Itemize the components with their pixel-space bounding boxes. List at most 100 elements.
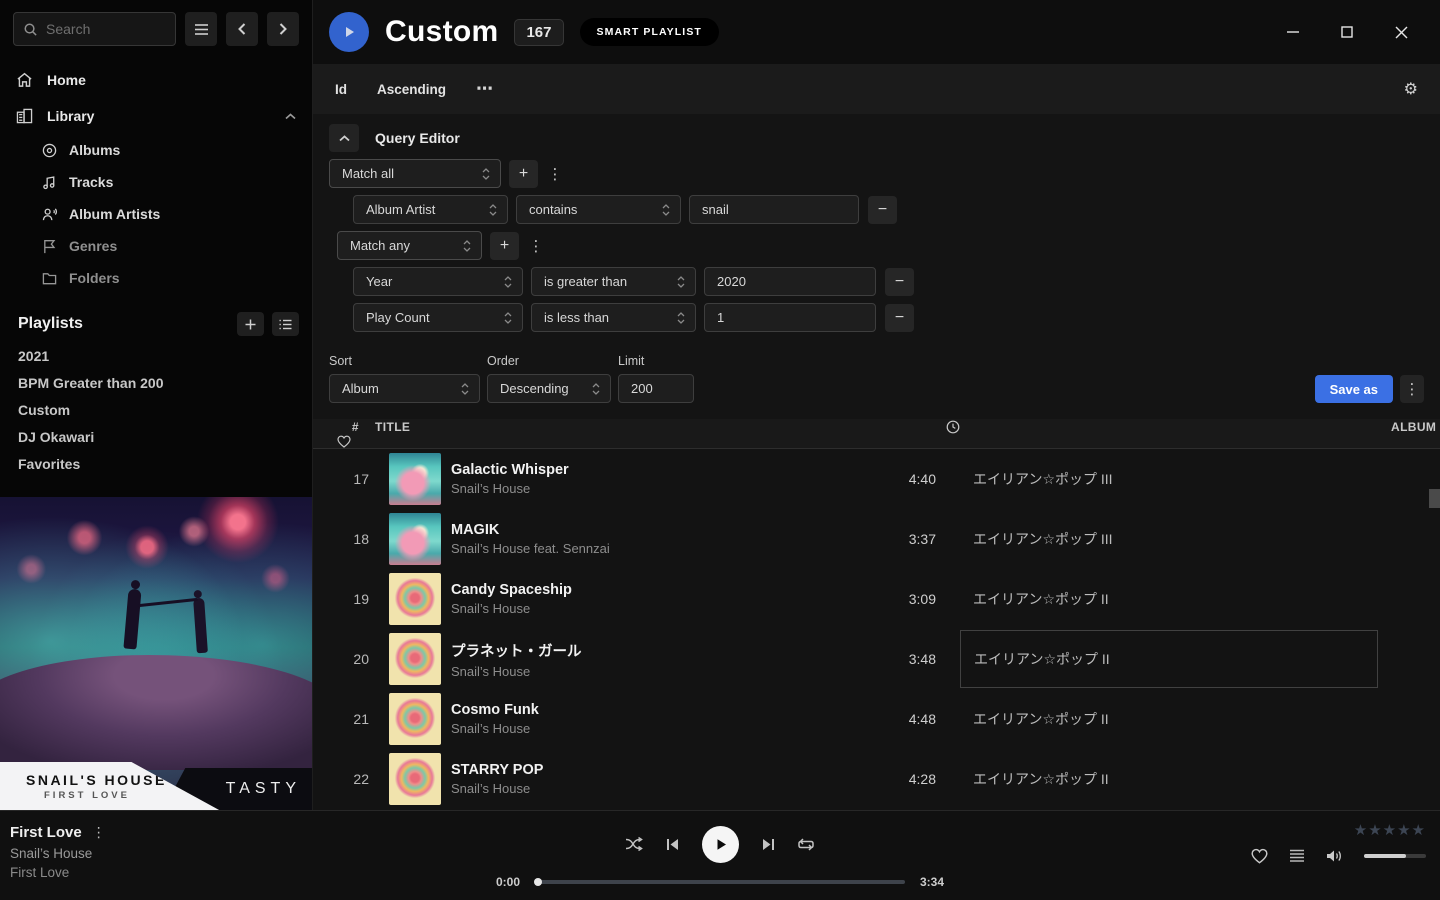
remove-rule-button[interactable]: − <box>885 304 914 332</box>
playlist-list-button[interactable] <box>272 312 299 336</box>
remove-rule-button[interactable]: − <box>885 268 914 296</box>
volume-slider[interactable] <box>1364 854 1426 858</box>
group-menu-button-1[interactable]: ⋮ <box>546 160 564 188</box>
gear-icon[interactable]: ⚙ <box>1404 79 1418 99</box>
playlist-item[interactable]: DJ Okawari <box>0 423 312 450</box>
play-pause-button[interactable] <box>702 826 739 863</box>
sidebar-item-tracks[interactable]: Tracks <box>0 166 312 198</box>
now-playing-title[interactable]: First Love <box>10 824 82 841</box>
sidebar-item-home[interactable]: Home <box>0 62 312 98</box>
duration-column-header[interactable] <box>936 420 960 434</box>
rule-operator-select[interactable]: is less than <box>531 303 696 332</box>
track-album[interactable]: エイリアン☆ポップ II <box>974 649 1110 669</box>
playlist-item[interactable]: 2021 <box>0 342 312 369</box>
playlist-item[interactable]: BPM Greater than 200 <box>0 369 312 396</box>
table-row[interactable]: 22 STARRY POP Snail’s House 4:28 エイリアン☆ポ… <box>313 749 1440 809</box>
nav-back-button[interactable] <box>226 12 258 46</box>
now-playing-album[interactable]: First Love <box>10 865 303 880</box>
repeat-button[interactable] <box>797 837 815 852</box>
track-album[interactable]: エイリアン☆ポップ II <box>973 589 1109 609</box>
track-album[interactable]: エイリアン☆ポップ III <box>973 469 1113 489</box>
more-options-button[interactable]: ⋯ <box>476 79 494 99</box>
match-type-select-2[interactable]: Match any <box>337 231 482 260</box>
sort-select[interactable]: Album <box>329 374 480 403</box>
search-input[interactable] <box>46 21 156 37</box>
track-artist[interactable]: Snail’s House <box>451 664 846 679</box>
now-playing-artwork[interactable]: TASTY SNAIL'S HOUSE FIRST LOVE <box>0 497 313 810</box>
rule-field-select[interactable]: Play Count <box>353 303 523 332</box>
rule-field-select[interactable]: Year <box>353 267 523 296</box>
group-menu-button-2[interactable]: ⋮ <box>527 232 545 260</box>
menu-button[interactable] <box>185 12 217 46</box>
track-artist[interactable]: Snail’s House <box>451 601 846 616</box>
remove-rule-button[interactable]: − <box>868 196 897 224</box>
save-menu-button[interactable]: ⋮ <box>1400 375 1424 403</box>
table-row[interactable]: 17 Galactic Whisper Snail’s House 4:40 エ… <box>313 449 1440 509</box>
match-type-select-1[interactable]: Match all <box>329 159 501 188</box>
track-album-cell[interactable]: エイリアン☆ポップ II <box>960 690 1378 748</box>
rule-value-input[interactable] <box>704 303 876 332</box>
column-header-number[interactable]: # <box>313 420 375 434</box>
track-album-cell[interactable]: エイリアン☆ポップ III <box>960 450 1378 508</box>
track-album-cell[interactable]: エイリアン☆ポップ II <box>960 630 1378 688</box>
sidebar-item-albums[interactable]: Albums <box>0 134 312 166</box>
seek-slider[interactable] <box>535 880 905 884</box>
table-row[interactable]: 21 Cosmo Funk Snail’s House 4:48 エイリアン☆ポ… <box>313 689 1440 749</box>
sidebar-item-folders[interactable]: Folders <box>0 262 312 294</box>
track-title[interactable]: Galactic Whisper <box>451 462 846 478</box>
rule-value-input[interactable] <box>704 267 876 296</box>
track-artist[interactable]: Snail’s House feat. Sennzai <box>451 541 846 556</box>
close-button[interactable] <box>1386 17 1416 47</box>
track-title[interactable]: Cosmo Funk <box>451 702 846 718</box>
sidebar-item-album-artists[interactable]: Album Artists <box>0 198 312 230</box>
rating-stars[interactable]: ★★★★★ <box>1354 821 1426 839</box>
track-artist[interactable]: Snail’s House <box>451 721 846 736</box>
sidebar-item-genres[interactable]: Genres <box>0 230 312 262</box>
order-select[interactable]: Descending <box>487 374 611 403</box>
minimize-button[interactable] <box>1278 17 1308 47</box>
nav-forward-button[interactable] <box>267 12 299 46</box>
volume-button[interactable] <box>1326 849 1343 863</box>
now-playing-menu-button[interactable]: ⋮ <box>92 824 106 841</box>
playlist-item[interactable]: Custom <box>0 396 312 423</box>
rule-operator-select[interactable]: contains <box>516 195 681 224</box>
table-row[interactable]: 19 Candy Spaceship Snail’s House 3:09 エイ… <box>313 569 1440 629</box>
limit-input[interactable] <box>618 374 694 403</box>
query-collapse-button[interactable] <box>329 124 359 152</box>
track-title[interactable]: プラネット・ガール <box>451 640 846 661</box>
now-playing-artist[interactable]: Snail’s House <box>10 846 303 861</box>
favorite-column-header[interactable] <box>313 435 375 448</box>
add-playlist-button[interactable] <box>237 312 264 336</box>
collapse-chevron-icon[interactable] <box>285 113 296 120</box>
playlist-item[interactable]: Favorites <box>0 450 312 477</box>
rule-value-input[interactable] <box>689 195 859 224</box>
table-row[interactable]: 18 MAGIK Snail’s House feat. Sennzai 3:3… <box>313 509 1440 569</box>
track-album[interactable]: エイリアン☆ポップ II <box>973 709 1109 729</box>
queue-button[interactable] <box>1289 849 1305 863</box>
rule-operator-select[interactable]: is greater than <box>531 267 696 296</box>
track-album-cell[interactable]: エイリアン☆ポップ II <box>960 570 1378 628</box>
favorite-button[interactable] <box>1251 848 1268 864</box>
column-header-album[interactable]: ALBUM <box>1378 420 1440 434</box>
track-album[interactable]: エイリアン☆ポップ II <box>973 769 1109 789</box>
sidebar-item-library[interactable]: Library <box>0 98 312 134</box>
rule-field-select[interactable]: Album Artist <box>353 195 508 224</box>
next-button[interactable] <box>761 838 775 851</box>
scrollbar-thumb[interactable] <box>1429 489 1440 508</box>
track-artist[interactable]: Snail’s House <box>451 481 846 496</box>
track-title[interactable]: STARRY POP <box>451 762 846 778</box>
maximize-button[interactable] <box>1332 17 1362 47</box>
track-title[interactable]: Candy Spaceship <box>451 582 846 598</box>
add-rule-button-2[interactable]: + <box>490 232 519 260</box>
play-playlist-button[interactable] <box>329 12 369 52</box>
shuffle-button[interactable] <box>625 836 644 852</box>
previous-button[interactable] <box>666 838 680 851</box>
track-title[interactable]: MAGIK <box>451 522 846 538</box>
column-header-title[interactable]: TITLE <box>375 420 846 434</box>
sort-direction-button[interactable]: Ascending <box>377 82 446 97</box>
add-rule-button-1[interactable]: + <box>509 160 538 188</box>
track-artist[interactable]: Snail’s House <box>451 781 846 796</box>
sort-field-button[interactable]: Id <box>335 82 347 97</box>
track-album-cell[interactable]: エイリアン☆ポップ II <box>960 750 1378 808</box>
table-row[interactable]: 20 プラネット・ガール Snail’s House 3:48 エイリアン☆ポッ… <box>313 629 1440 689</box>
